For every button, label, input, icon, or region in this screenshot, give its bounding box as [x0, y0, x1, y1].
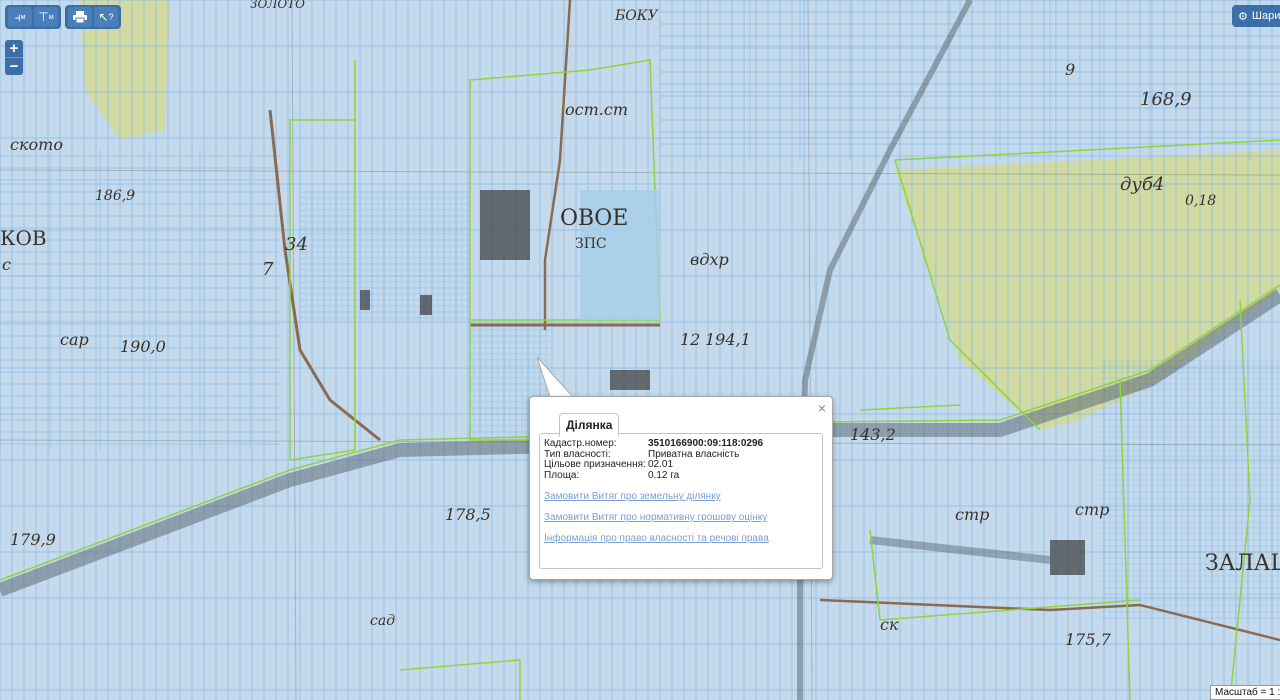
map-label: 12	[680, 330, 700, 349]
map-label: ОВОЕ	[560, 206, 628, 231]
close-icon[interactable]: ×	[818, 400, 826, 416]
unit-label: м	[48, 13, 54, 21]
property-row: Цільове призначення: 02.01	[544, 459, 763, 471]
map-label: 9	[1065, 60, 1075, 79]
zoom-in-button[interactable]: +	[5, 40, 23, 57]
property-key: Цільове призначення:	[544, 459, 646, 470]
area-value: 0.12 га	[648, 469, 680, 481]
map-label: ЗПС	[575, 236, 607, 252]
property-row: Площа: 0.12 га	[544, 469, 763, 482]
ruler-area-icon: ⊤	[38, 10, 49, 24]
map-label: вдхр	[690, 250, 729, 269]
order-valuation-extract-link[interactable]: Замовити Витяг про нормативну грошову оц…	[544, 512, 767, 523]
printer-icon	[73, 11, 87, 23]
layers-label: Шари	[1251, 10, 1280, 22]
map-label: ск	[880, 615, 899, 634]
zoom-out-button[interactable]: −	[5, 57, 23, 75]
map-label: 34	[285, 234, 308, 255]
parcel-info-popup: × Ділянка Кадастр.номер: 3510166900:09:1…	[529, 396, 833, 580]
map-label: стр	[1075, 500, 1109, 519]
map-scale: Масштаб = 1 :	[1210, 685, 1280, 700]
map-label: 7	[262, 259, 274, 280]
map-label: с	[2, 255, 11, 274]
cadastral-number: 3510166900:09:118:0296	[648, 438, 764, 449]
map-toolbar: ⫞ м ⊤ м ↖?	[5, 5, 121, 29]
property-key: Площа:	[544, 469, 580, 481]
order-parcel-extract-link[interactable]: Замовити Витяг про земельну ділянку	[544, 491, 721, 502]
map-label: 175,7	[1065, 630, 1112, 649]
map-label: ЗОЛОТО	[250, 0, 305, 11]
zoom-control: + −	[5, 40, 23, 75]
measure-area-button[interactable]: ⊤ м	[34, 7, 58, 27]
map-label: сад	[370, 613, 395, 629]
map-label: сар	[60, 330, 89, 349]
tab-parcel[interactable]: Ділянка	[559, 413, 620, 437]
map-label: 168,9	[1140, 89, 1192, 110]
popup-pointer	[536, 356, 575, 400]
map-label: КОВ	[0, 226, 47, 250]
map-label: ост.ст	[565, 100, 628, 119]
property-key: Кадастр.номер:	[544, 438, 617, 449]
parcel-properties: Кадастр.номер: 3510166900:09:118:0296 Ти…	[544, 438, 764, 482]
map-label: дуб4	[1120, 174, 1164, 195]
purpose-code: 02.01	[648, 459, 674, 470]
map-label: БОКУ	[614, 8, 659, 24]
map-label: 190,0	[120, 337, 166, 356]
measure-length-button[interactable]: ⫞ м	[8, 7, 32, 27]
map-label: ското	[10, 135, 63, 154]
action-tools: ↖?	[65, 5, 121, 29]
map-label: 194,1	[705, 330, 751, 349]
map-label: 143,2	[850, 425, 896, 444]
info-cursor-button[interactable]: ↖?	[94, 7, 118, 27]
ownership-info-link[interactable]: Інформація про право власності та речові…	[544, 533, 769, 544]
print-button[interactable]	[68, 7, 92, 27]
question-mark: ?	[108, 12, 114, 22]
gear-icon: ⚙	[1238, 10, 1248, 23]
map-label: 0,18	[1185, 193, 1216, 209]
map-label: 179,9	[10, 530, 56, 549]
map-label: 186,9	[95, 188, 135, 204]
layers-button[interactable]: ⚙ Шари	[1232, 5, 1280, 27]
unit-label: м	[20, 13, 26, 21]
cadastral-map[interactable]: ЗОЛОТО ското 186,9 КОВ с 34 7 сар 190,0 …	[0, 0, 1280, 700]
map-label: стр	[955, 505, 989, 524]
cursor-question-icon: ↖	[98, 10, 109, 24]
measure-tools: ⫞ м ⊤ м	[5, 5, 61, 29]
map-label: ЗАЛАЦ	[1205, 551, 1280, 576]
property-row: Кадастр.номер: 3510166900:09:118:0296	[544, 438, 764, 450]
map-label: 178,5	[445, 505, 491, 524]
